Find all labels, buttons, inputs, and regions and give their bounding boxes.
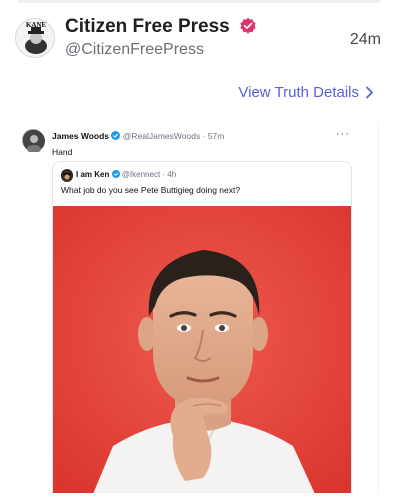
inner-quote-text: What job do you see Pete Buttigieg doing… [61,185,241,195]
avatar[interactable]: KANE [15,18,55,58]
tweet-author-name: James Woods [52,131,110,141]
inner-quote-handle: @Ikennect · 4h [121,170,177,179]
embedded-image-card[interactable]: James Woods @RealJamesWoods · 57m ··· Ha… [16,123,362,493]
twitter-verified-icon [111,170,120,178]
portrait-photo [53,206,351,493]
right-edge-divider [378,123,396,493]
top-divider [18,0,380,3]
inner-quote-avatar [61,169,73,182]
inner-quote-author: I am Ken [76,170,110,179]
display-name[interactable]: Citizen Free Press [65,16,257,38]
display-name-text: Citizen Free Press [65,16,230,37]
portrait-illustration [53,206,351,493]
post-header: KANE Citizen Free Press @CitizenFreePres… [15,14,385,64]
tweet-author-avatar-image [23,130,45,153]
kane-avatar-image: KANE [16,19,54,57]
handle[interactable]: @CitizenFreePress [65,41,204,59]
tweet-author-handle: @RealJamesWoods · 57m [122,131,225,141]
inner-quote-author-line: I am Ken @Ikennect · 4h [76,170,176,179]
view-truth-details-label: View Truth Details [238,84,359,101]
tweet-text: Hand [52,147,73,157]
timestamp: 24m [349,31,381,48]
tweet-author-avatar [22,129,45,153]
twitter-verified-icon [111,131,121,140]
verified-badge-icon [240,17,256,34]
more-options-icon: ··· [336,128,350,140]
inner-quote-tweet: I am Ken @Ikennect · 4h What job do you … [52,161,352,493]
avatar-label: KANE [26,21,47,29]
tweet-header: James Woods @RealJamesWoods · 57m ··· [22,127,362,157]
tweet-author-line: James Woods @RealJamesWoods · 57m [52,131,224,141]
inner-quote-avatar-image [61,170,73,182]
view-truth-details-link[interactable]: View Truth Details [238,84,374,101]
chevron-right-icon [366,86,373,99]
